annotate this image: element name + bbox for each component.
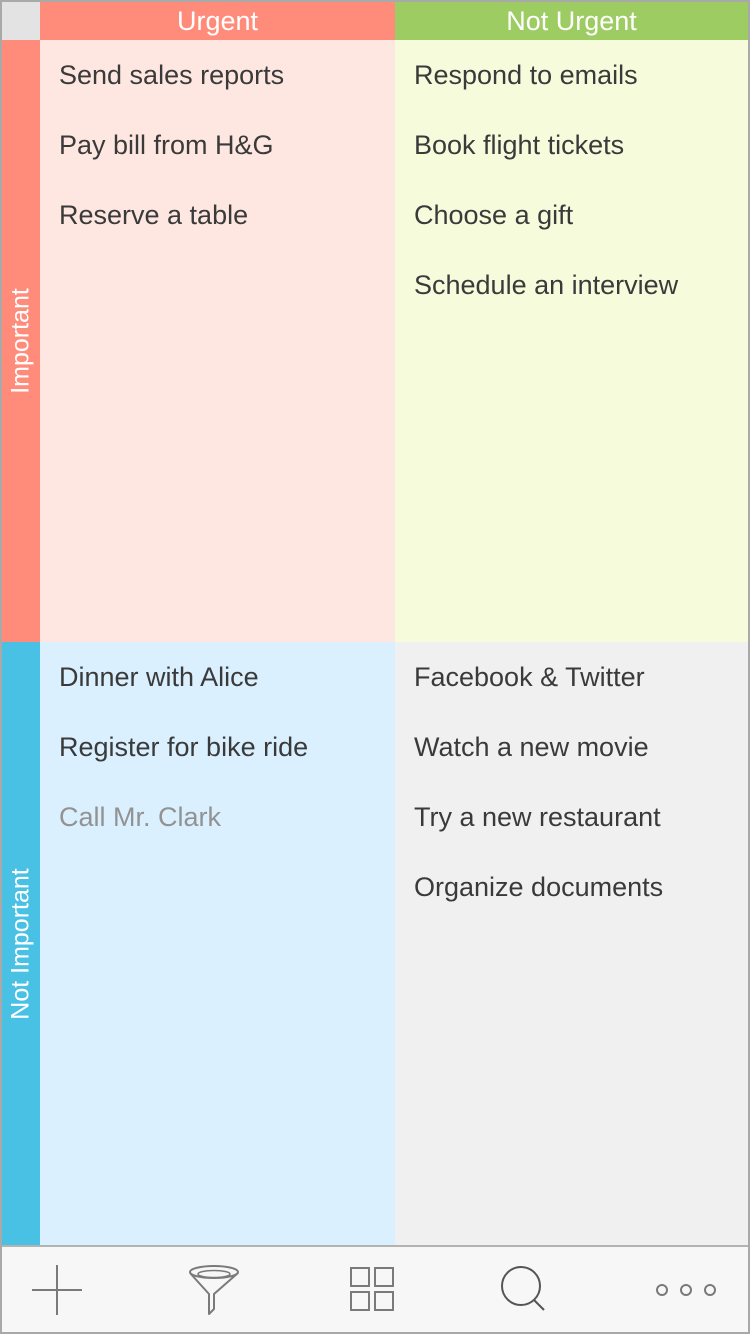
task-item[interactable]: Dinner with Alice — [59, 660, 395, 730]
search-icon — [501, 1265, 545, 1311]
task-item[interactable]: Try a new restaurant — [414, 800, 748, 870]
task-item[interactable]: Choose a gift — [414, 198, 748, 268]
task-item[interactable]: Schedule an interview — [414, 268, 748, 338]
plus-icon — [32, 1264, 82, 1315]
view-mode-button[interactable] — [323, 1247, 423, 1332]
task-item[interactable]: Pay bill from H&G — [59, 128, 395, 198]
app-frame: Urgent Not Urgent Important Not Importan… — [2, 2, 748, 1332]
task-item-completed[interactable]: Call Mr. Clark — [59, 800, 395, 870]
bottom-toolbar — [2, 1245, 748, 1332]
task-item[interactable]: Send sales reports — [59, 58, 395, 128]
more-button[interactable] — [636, 1247, 736, 1332]
task-item[interactable]: Reserve a table — [59, 198, 395, 268]
row-header-not-important: Not Important — [2, 642, 40, 1245]
task-item[interactable]: Register for bike ride — [59, 730, 395, 800]
task-item[interactable]: Facebook & Twitter — [414, 660, 748, 730]
filter-button[interactable] — [164, 1247, 264, 1332]
column-header-urgent: Urgent — [40, 2, 395, 40]
row-header-not-important-label: Not Important — [6, 867, 35, 1020]
task-item[interactable]: Organize documents — [414, 870, 748, 940]
filter-icon — [189, 1264, 239, 1315]
search-button[interactable] — [475, 1247, 575, 1332]
quadrant-urgent-important[interactable]: Send sales reports Pay bill from H&G Res… — [40, 40, 395, 642]
row-header-important-label: Important — [6, 288, 35, 394]
more-icon — [656, 1283, 716, 1296]
grid-icon — [350, 1266, 394, 1311]
add-button[interactable] — [7, 1247, 107, 1332]
task-item[interactable]: Watch a new movie — [414, 730, 748, 800]
quadrant-not-urgent-important[interactable]: Respond to emails Book flight tickets Ch… — [395, 40, 748, 642]
quadrant-urgent-not-important[interactable]: Dinner with Alice Register for bike ride… — [40, 642, 395, 1245]
task-item[interactable]: Respond to emails — [414, 58, 748, 128]
row-header-important: Important — [2, 40, 40, 642]
matrix-corner — [2, 2, 40, 40]
column-header-not-urgent: Not Urgent — [395, 2, 748, 40]
task-item[interactable]: Book flight tickets — [414, 128, 748, 198]
quadrant-not-urgent-not-important[interactable]: Facebook & Twitter Watch a new movie Try… — [395, 642, 748, 1245]
